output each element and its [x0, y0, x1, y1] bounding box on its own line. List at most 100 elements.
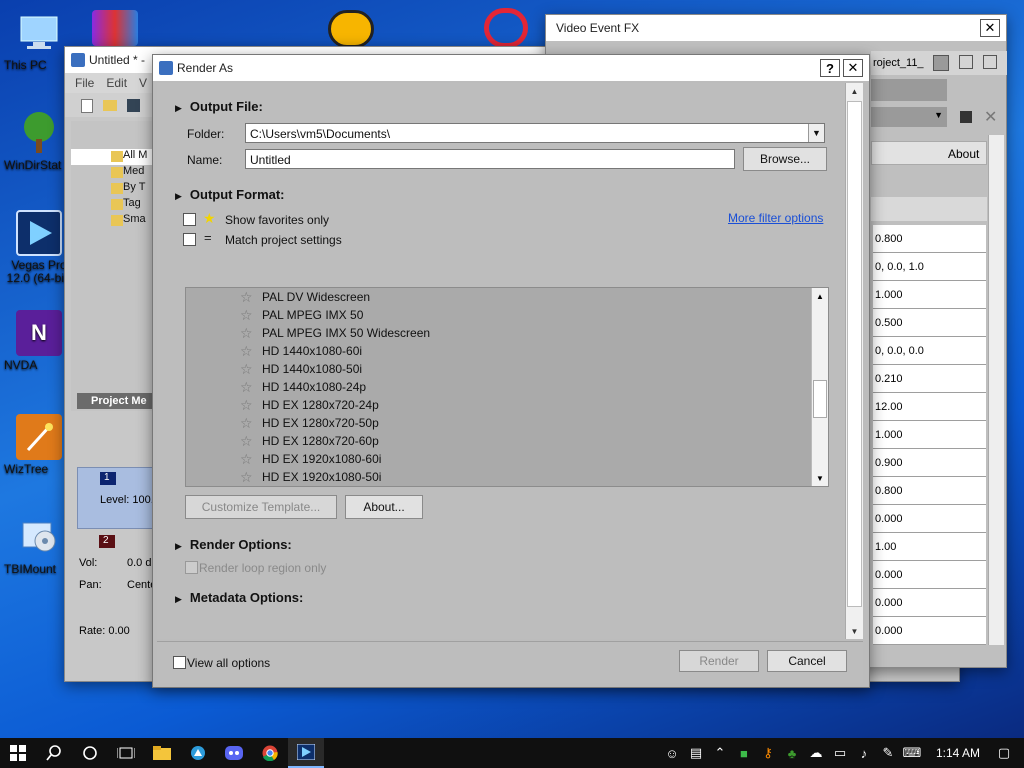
file-explorer-icon[interactable] [144, 738, 180, 768]
star-icon[interactable]: ☆ [240, 397, 256, 414]
keyboard-icon[interactable]: ⌨ [900, 745, 924, 761]
render-button[interactable]: Render [679, 650, 759, 672]
template-item[interactable]: ☆ HD 1440x1080-60i [186, 342, 828, 360]
help-button[interactable]: ? [820, 59, 840, 77]
template-list[interactable]: ☆ PAL DV Widescreen ☆ PAL MPEG IMX 50 ☆ PAL… [185, 287, 829, 487]
fx-delete-icon[interactable]: ✕ [984, 107, 997, 127]
fx-preset-name[interactable]: roject_11_ [873, 57, 924, 69]
fx-value[interactable]: 1.000 [873, 421, 986, 449]
opera-icon[interactable] [484, 8, 528, 48]
tree-item-tags[interactable]: Tag [71, 197, 157, 213]
folder-input[interactable]: C:\Users\vm5\Documents\ ▼ [245, 123, 825, 143]
tree-item-smart[interactable]: Sma [71, 213, 157, 229]
fx-value[interactable]: 0.800 [873, 225, 986, 253]
new-file-icon[interactable] [81, 99, 93, 113]
fx-value[interactable]: 0.500 [873, 309, 986, 337]
star-icon[interactable]: ☆ [240, 289, 256, 306]
menu-view[interactable]: V [139, 76, 147, 90]
project-media-tab[interactable]: Project Me [77, 393, 161, 409]
fx-value[interactable]: 0.900 [873, 449, 986, 477]
template-item[interactable]: ☆ HD EX 1280x720-60p [186, 432, 828, 450]
fx-preset-dropdown[interactable]: ▼ [871, 107, 947, 127]
match-project-checkbox[interactable] [183, 233, 196, 246]
fx-value[interactable]: 12.00 [873, 393, 986, 421]
start-windows-icon[interactable] [0, 738, 36, 768]
scroll-up-icon[interactable]: ▲ [846, 83, 863, 99]
fx-value[interactable]: 1.00 [873, 533, 986, 561]
grid-view-icon[interactable] [959, 55, 973, 69]
template-item[interactable]: ☆ HD 1440x1080-50i [186, 360, 828, 378]
render-options-header[interactable]: ▶ Render Options: [175, 537, 292, 552]
customize-template-button[interactable]: Customize Template... [185, 495, 337, 519]
open-folder-icon[interactable] [103, 100, 117, 111]
key-icon[interactable]: ⚷ [756, 745, 780, 761]
tree-item-by-type[interactable]: By T [71, 181, 157, 197]
template-item[interactable]: ☆ HD EX 1920x1080-50i [186, 468, 828, 486]
metadata-options-header[interactable]: ▶ Metadata Options: [175, 590, 303, 605]
aimp-icon[interactable] [328, 10, 374, 48]
star-icon[interactable]: ☆ [240, 343, 256, 360]
search-icon[interactable] [36, 738, 72, 768]
green-app-icon[interactable]: ■ [732, 746, 756, 761]
star-icon[interactable]: ☆ [240, 451, 256, 468]
volume-muted-icon[interactable]: ♪ [852, 746, 876, 761]
menu-edit[interactable]: Edit [106, 76, 127, 90]
star-icon[interactable]: ☆ [240, 433, 256, 450]
fx-value[interactable]: 0.210 [873, 365, 986, 393]
close-button[interactable]: ✕ [843, 59, 863, 77]
fx-value[interactable]: 0.000 [873, 617, 986, 645]
cloud-icon[interactable]: ☁ [804, 745, 828, 761]
discord-icon[interactable] [216, 738, 252, 768]
star-icon[interactable]: ☆ [240, 361, 256, 378]
audio-track-2[interactable]: 2 Vol: 0.0 d Pan: Cente [77, 531, 159, 593]
fx-about-button[interactable]: About [948, 147, 979, 161]
fx-value[interactable]: 0.000 [873, 505, 986, 533]
clock[interactable]: 1:14 AM [924, 746, 992, 760]
browse-button[interactable]: Browse... [743, 147, 827, 171]
star-icon[interactable]: ☆ [240, 307, 256, 324]
star-icon[interactable]: ☆ [240, 469, 256, 486]
menu-file[interactable]: File [75, 76, 94, 90]
template-item[interactable]: ☆ PAL DV Widescreen [186, 288, 828, 306]
pen-icon[interactable]: ✎ [876, 745, 900, 761]
cancel-button[interactable]: Cancel [767, 650, 847, 672]
list-view-icon[interactable] [933, 55, 949, 71]
star-icon[interactable]: ☆ [240, 379, 256, 396]
fx-close-button[interactable]: ✕ [980, 19, 1000, 37]
template-item[interactable]: ☆ HD 1440x1080-24p [186, 378, 828, 396]
news-icon[interactable]: ▤ [684, 745, 708, 761]
people-icon[interactable]: ☺ [660, 746, 684, 761]
fx-value[interactable]: 0.000 [873, 561, 986, 589]
fx-value[interactable]: 0, 0.0, 1.0 [873, 253, 986, 281]
winrar-icon[interactable] [92, 10, 138, 46]
view-all-options-checkbox[interactable] [173, 656, 186, 669]
scroll-up-icon[interactable]: ▲ [812, 288, 828, 304]
tree-item-media[interactable]: Med [71, 165, 157, 181]
about-button[interactable]: About... [345, 495, 423, 519]
template-item[interactable]: ☆ HD EX 1280x720-50p [186, 414, 828, 432]
tile-view-icon[interactable] [983, 55, 997, 69]
browser-icon[interactable] [180, 738, 216, 768]
task-view-icon[interactable] [108, 738, 144, 768]
fx-value[interactable]: 1.000 [873, 281, 986, 309]
scroll-down-icon[interactable]: ▼ [812, 470, 828, 486]
fx-value[interactable]: 0, 0.0, 0.0 [873, 337, 986, 365]
template-item[interactable]: ☆ HD EX 1280x720-24p [186, 396, 828, 414]
network-icon[interactable]: ▭ [828, 745, 852, 761]
tree-item-all-media[interactable]: All M [71, 149, 157, 165]
more-filter-options-link[interactable]: More filter options [728, 211, 823, 225]
cortana-icon[interactable] [72, 738, 108, 768]
output-file-header[interactable]: ▶ Output File: [175, 99, 263, 114]
template-item[interactable]: ☆ HD EX 1920x1080-60i [186, 450, 828, 468]
template-item[interactable]: ☆ PAL MPEG IMX 50 [186, 306, 828, 324]
loop-region-checkbox[interactable] [185, 561, 198, 574]
show-favorites-checkbox[interactable] [183, 213, 196, 226]
scroll-thumb[interactable] [813, 380, 827, 418]
template-item[interactable]: ☆ PAL MPEG IMX 50 Widescreen [186, 324, 828, 342]
name-input[interactable]: Untitled [245, 149, 735, 169]
vegas-taskbar-icon[interactable] [288, 738, 324, 768]
output-format-header[interactable]: ▶ Output Format: [175, 187, 285, 202]
scroll-thumb[interactable] [847, 101, 862, 607]
notifications-icon[interactable]: ▢ [992, 745, 1016, 761]
video-track-1[interactable]: 1 Level: 100. [77, 467, 159, 529]
